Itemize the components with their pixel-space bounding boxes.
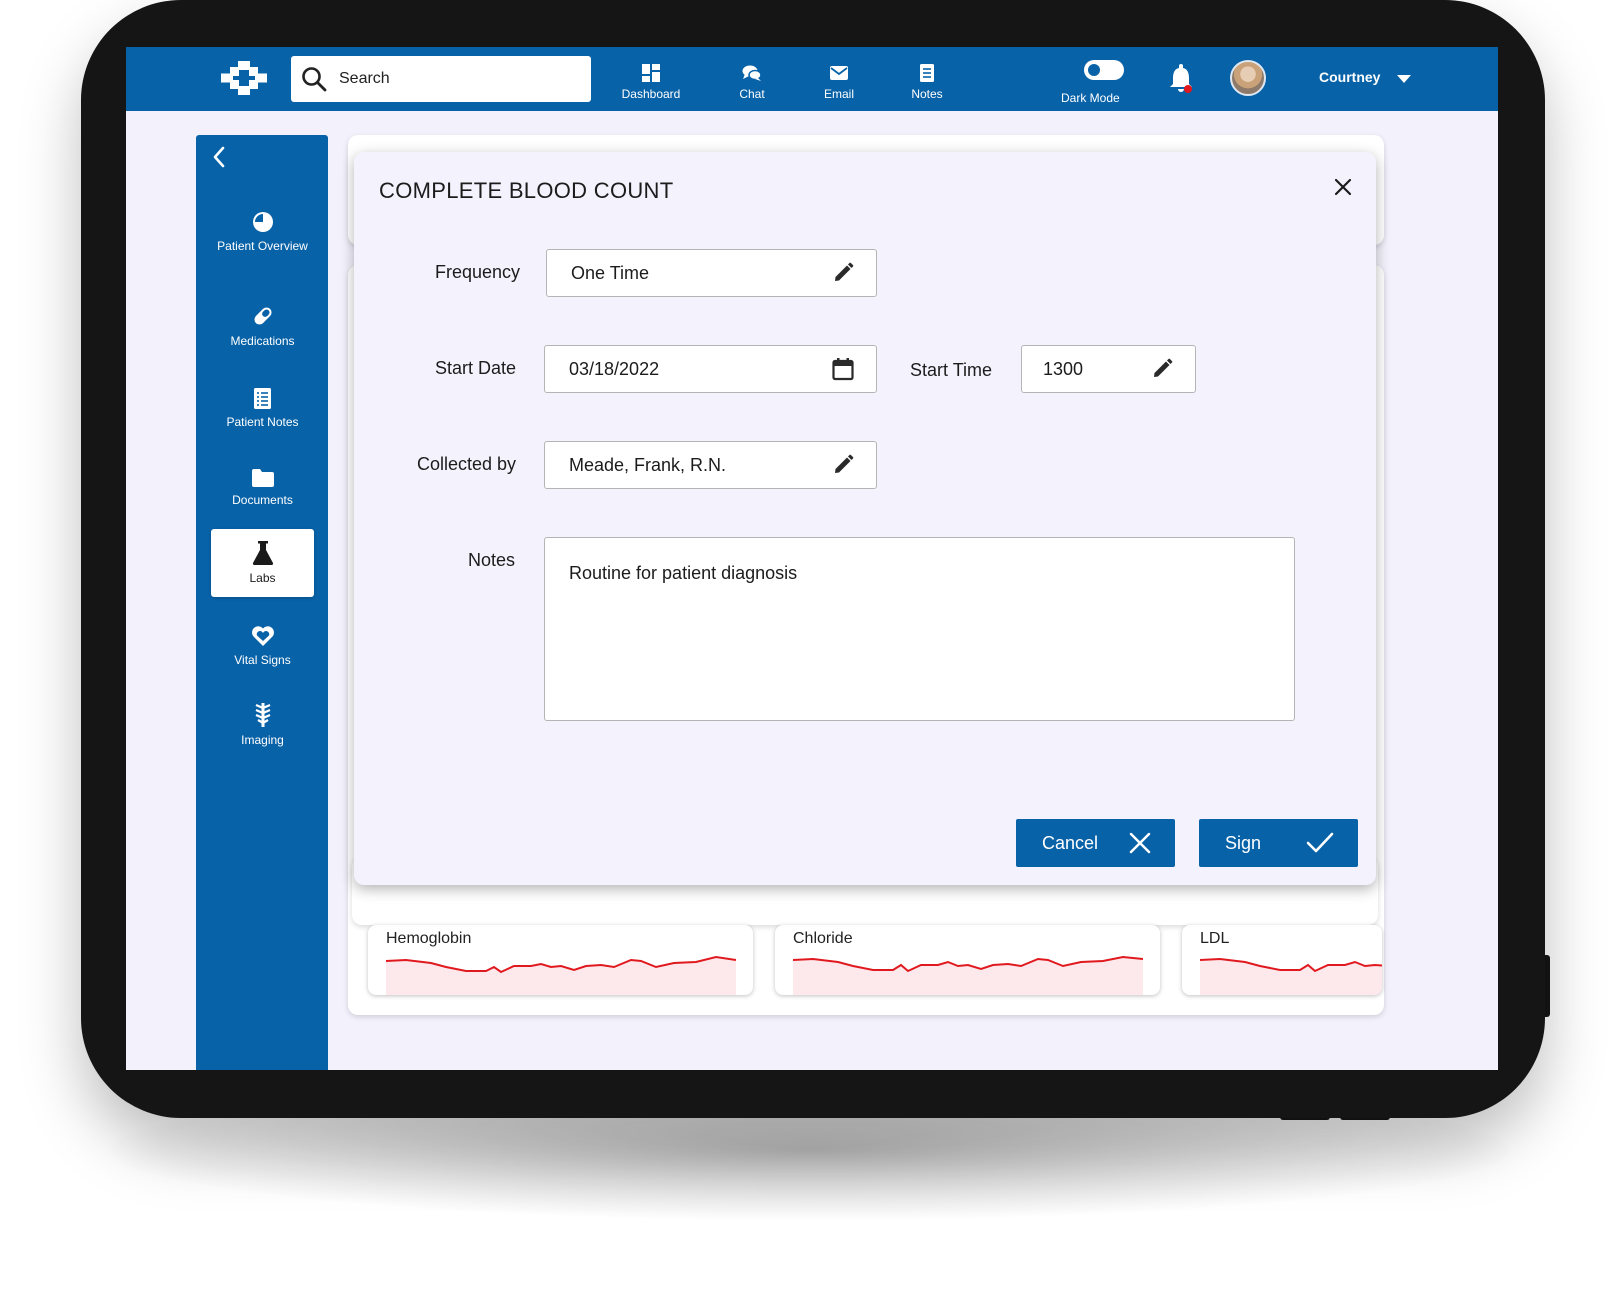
chat-icon [712,59,792,87]
checkmark-icon [1306,832,1334,854]
search-input[interactable]: Search [291,56,591,102]
top-navigation-bar: Search Dashboard Chat Email Notes Dark M… [126,47,1498,111]
collected-by-label: Collected by [417,454,517,474]
user-avatar[interactable] [1230,60,1266,96]
lab-card-label: Chloride [793,930,853,947]
nav-dashboard[interactable]: Dashboard [611,59,691,101]
lab-card-chloride[interactable]: Chloride [775,925,1160,995]
cancel-button[interactable]: Cancel [1016,819,1175,867]
nav-email[interactable]: Email [799,59,879,101]
cancel-button-label: Cancel [1042,832,1099,853]
pie-chart-icon [211,203,314,233]
search-icon [302,67,327,92]
app-screen: Search Dashboard Chat Email Notes Dark M… [126,47,1498,1070]
user-name[interactable]: Courtney [1319,69,1380,85]
sidebar-item-imaging[interactable]: Imaging [211,691,314,759]
start-date-field[interactable]: 03/18/2022 [544,345,877,393]
nav-notes[interactable]: Notes [887,59,967,101]
chevron-down-icon[interactable] [1397,75,1411,83]
dark-mode-toggle[interactable] [1084,60,1124,80]
sidebar-item-label: Labs [249,571,276,585]
pill-icon [211,298,314,328]
notes-textarea[interactable]: Routine for patient diagnosis [544,537,1295,721]
dashboard-icon [611,59,691,87]
sidebar-item-label: Patient Notes [226,415,299,429]
sidebar-item-label: Medications [230,334,295,348]
dark-mode-label: Dark Mode [1061,91,1120,105]
x-icon [1129,832,1151,854]
lab-card-label: LDL [1200,930,1230,947]
start-time-label: Start Time [910,360,993,380]
tablet-mockup: Search Dashboard Chat Email Notes Dark M… [0,0,1618,1294]
chevron-left-icon[interactable] [210,145,228,169]
heart-icon [211,617,314,647]
lab-trend-sparkline [793,955,1143,995]
lab-trend-sparkline [386,955,736,995]
email-icon [799,59,879,87]
sign-button-label: Sign [1225,832,1262,853]
dialog-title: COMPLETE BLOOD COUNT [379,178,674,203]
spine-icon [211,697,314,727]
lab-card-hemoglobin[interactable]: Hemoglobin [368,925,753,995]
collected-by-value: Meade, Frank, R.N. [569,454,727,475]
sidebar-item-medications[interactable]: Medications [211,292,314,360]
sidebar-item-patient-overview[interactable]: Patient Overview [211,197,314,265]
sidebar-item-label: Documents [232,493,293,507]
app-logo-icon[interactable] [221,61,267,95]
sidebar-item-label: Patient Overview [217,239,308,253]
frequency-field[interactable]: One Time [546,249,877,297]
search-placeholder: Search [339,70,390,87]
notes-label: Notes [468,550,516,570]
sidebar-item-vital-signs[interactable]: Vital Signs [211,611,314,679]
sidebar-item-label: Vital Signs [234,653,291,667]
complete-blood-count-dialog: COMPLETE BLOOD COUNT Frequency One Time … [354,152,1376,885]
calendar-icon[interactable] [832,357,854,381]
start-date-value: 03/18/2022 [569,358,660,379]
sidebar-item-documents[interactable]: Documents [211,451,314,519]
notification-bell-icon[interactable] [1168,64,1194,94]
sidebar-item-labs[interactable]: Labs [211,529,314,597]
pencil-icon[interactable] [832,262,854,284]
nav-chat-label: Chat [739,87,765,101]
nav-chat[interactable]: Chat [712,59,792,101]
notes-icon [887,59,967,87]
frequency-value: One Time [571,262,650,283]
folder-icon [211,457,314,487]
start-time-field[interactable]: 1300 [1021,345,1196,393]
lab-trend-sparkline [1200,957,1382,995]
sidebar-item-label: Imaging [241,733,284,747]
frequency-label: Frequency [435,262,521,282]
flask-icon [211,535,314,565]
pencil-icon[interactable] [1151,358,1173,380]
lab-card-label: Hemoglobin [386,930,472,947]
close-icon[interactable] [1334,178,1352,196]
pencil-icon[interactable] [832,454,854,476]
sign-button[interactable]: Sign [1199,819,1358,867]
notes-list-icon [211,379,314,409]
lab-card-ldl[interactable]: LDL [1182,925,1382,995]
sidebar-item-patient-notes[interactable]: Patient Notes [211,373,314,441]
nav-notes-label: Notes [911,87,943,101]
sidebar: Patient Overview Medications Patient Not… [196,135,328,1070]
nav-dashboard-label: Dashboard [621,87,681,101]
start-date-label: Start Date [435,358,517,378]
start-time-value: 1300 [1043,358,1084,379]
collected-by-field[interactable]: Meade, Frank, R.N. [544,441,877,489]
nav-email-label: Email [823,87,854,101]
